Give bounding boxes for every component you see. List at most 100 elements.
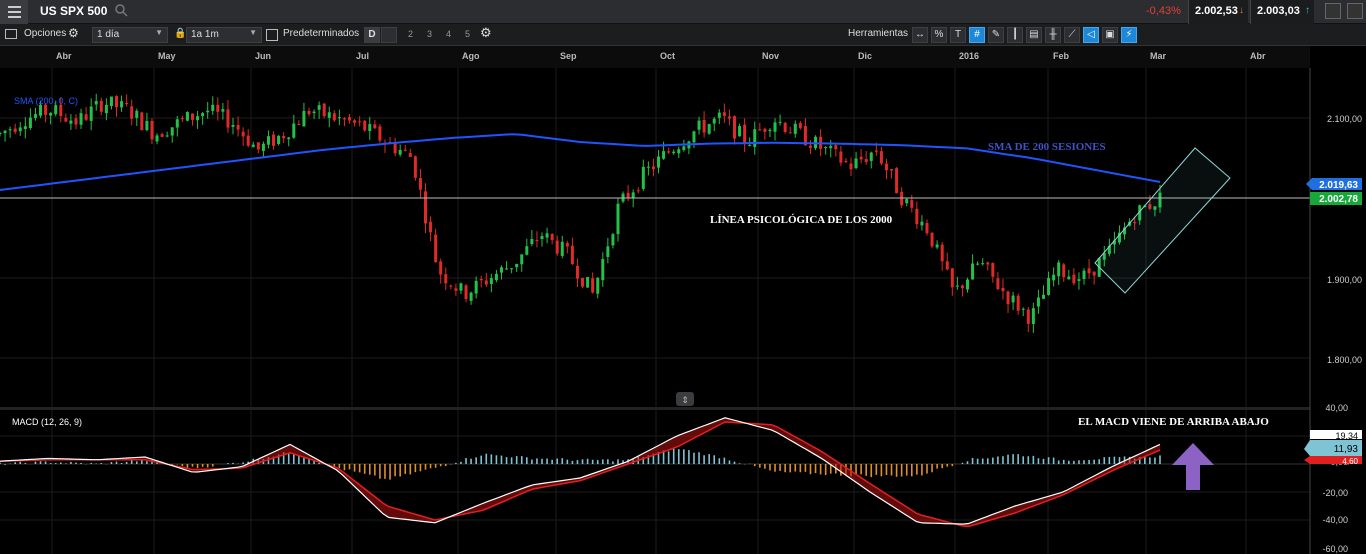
presets-label[interactable]: Predeterminados (283, 28, 359, 39)
pane-divider[interactable] (0, 407, 1366, 410)
preset-4-button[interactable]: 4 (446, 29, 451, 39)
options-icon[interactable] (5, 29, 17, 39)
candle-body (221, 109, 225, 112)
preset-d-button[interactable]: D (364, 27, 380, 43)
candle-body (945, 261, 949, 270)
candle-body (23, 126, 27, 129)
price-chart[interactable]: ⇕ 2.100,00 1.900,00 1.800,00 40,00 0,00 … (0, 68, 1366, 554)
preset-5-button[interactable]: 5 (465, 29, 470, 39)
chevron-updown-icon: ⇕ (681, 395, 689, 405)
text-tool-icon[interactable]: T (950, 27, 966, 43)
candle-body (434, 234, 438, 263)
candle-body (991, 262, 995, 277)
month-label: Ago (462, 51, 480, 61)
candle-body (788, 132, 792, 134)
close-window-icon[interactable] (1347, 3, 1363, 19)
candle-body (1026, 309, 1030, 324)
candle-body (646, 166, 650, 168)
candle-body (808, 145, 812, 148)
candle-body (479, 279, 483, 281)
candle-body (474, 280, 478, 294)
candle-body (657, 156, 661, 168)
grid-tool-icon[interactable]: # (969, 27, 985, 43)
ohlc-tool-icon[interactable]: ╫ (1045, 27, 1061, 43)
indicators-tool-icon[interactable]: ⚡ (1121, 27, 1137, 43)
candle-body (246, 135, 250, 146)
tag-tool-icon[interactable]: ◁ (1083, 27, 1099, 43)
sma-legend[interactable]: SMA (200, 0, C) (14, 96, 78, 106)
candle-body (1082, 270, 1086, 280)
candle-body (1072, 274, 1076, 284)
candle-body (753, 129, 757, 147)
candle-body (662, 151, 666, 159)
candle-body (403, 149, 407, 151)
calendar-icon[interactable] (266, 29, 278, 41)
bars-tool-icon[interactable]: ▤ (1026, 27, 1042, 43)
candle-body (626, 192, 630, 198)
candle-body (459, 283, 463, 291)
candle-body (565, 243, 569, 247)
chart-grid (0, 68, 1310, 554)
gear-icon[interactable]: ⚙ (68, 26, 79, 40)
candle-body (586, 277, 590, 288)
candle-body (13, 128, 17, 133)
detach-window-icon[interactable] (1325, 3, 1341, 19)
candle-body (464, 285, 468, 300)
settings-gear-icon[interactable]: ⚙ (480, 25, 492, 41)
options-label[interactable]: Opciones (24, 28, 66, 39)
top-bar: US SPX 500 -0,43% 2.002,53 ↓ 2.003,03 ↑ (0, 0, 1366, 24)
candle-body (449, 285, 453, 287)
preset-3-button[interactable]: 3 (427, 29, 432, 39)
candle-body (707, 124, 711, 134)
fit-tool-icon[interactable]: ↔ (912, 27, 928, 43)
candle-body (570, 245, 574, 265)
month-label: 2016 (959, 51, 980, 61)
candle-body (196, 116, 200, 121)
candle-body (1077, 279, 1081, 281)
candle-tool-icon[interactable]: ┃ (1007, 27, 1023, 43)
candle-body (966, 279, 970, 290)
candle-body (692, 131, 696, 143)
hamburger-menu-icon[interactable] (0, 0, 28, 24)
candle-body (940, 244, 944, 262)
candle-body (540, 236, 544, 240)
candle-body (738, 126, 742, 137)
candle-body (510, 268, 514, 270)
preset-1-button[interactable] (381, 27, 397, 43)
preset-2-button[interactable]: 2 (408, 29, 413, 39)
interval-select[interactable]: 1 día ▼ (92, 27, 168, 43)
range-value: 1a 1m (191, 29, 219, 40)
candle-body (201, 113, 205, 117)
candle-body (1057, 262, 1061, 277)
candle-body (79, 113, 83, 125)
candle-body (854, 158, 858, 169)
buy-price-button[interactable]: 2.003,03 ↑ (1250, 0, 1314, 24)
candle-body (125, 102, 129, 105)
month-label: Mar (1150, 51, 1167, 61)
month-label: Feb (1053, 51, 1070, 61)
sell-price-button[interactable]: 2.002,53 ↓ (1188, 0, 1248, 24)
candle-body (373, 124, 377, 129)
candle-body (555, 240, 559, 254)
search-icon[interactable] (114, 3, 128, 17)
candle-body (332, 113, 336, 121)
lock-icon[interactable]: 🔒 (174, 28, 186, 39)
line-tool-icon[interactable]: ⟋ (1064, 27, 1080, 43)
candle-body (879, 151, 883, 164)
up-arrow-icon (1172, 443, 1214, 490)
sma-annotation: SMA DE 200 SESIONES (988, 141, 1106, 153)
candle-body (793, 123, 797, 134)
candle-body (616, 203, 620, 235)
print-tool-icon[interactable]: ▣ (1102, 27, 1118, 43)
candle-body (28, 117, 32, 129)
candle-body (763, 128, 767, 132)
candle-body (190, 113, 194, 120)
range-select[interactable]: 1a 1m ▼ (186, 27, 262, 43)
percent-tool-icon[interactable]: % (931, 27, 947, 43)
signal-line (0, 421, 1161, 528)
candle-body (408, 153, 412, 157)
draw-tool-icon[interactable]: ✎ (988, 27, 1004, 43)
macd-legend[interactable]: MACD (12, 26, 9) (12, 417, 82, 427)
candle-body (722, 112, 726, 116)
candle-body (839, 151, 843, 163)
